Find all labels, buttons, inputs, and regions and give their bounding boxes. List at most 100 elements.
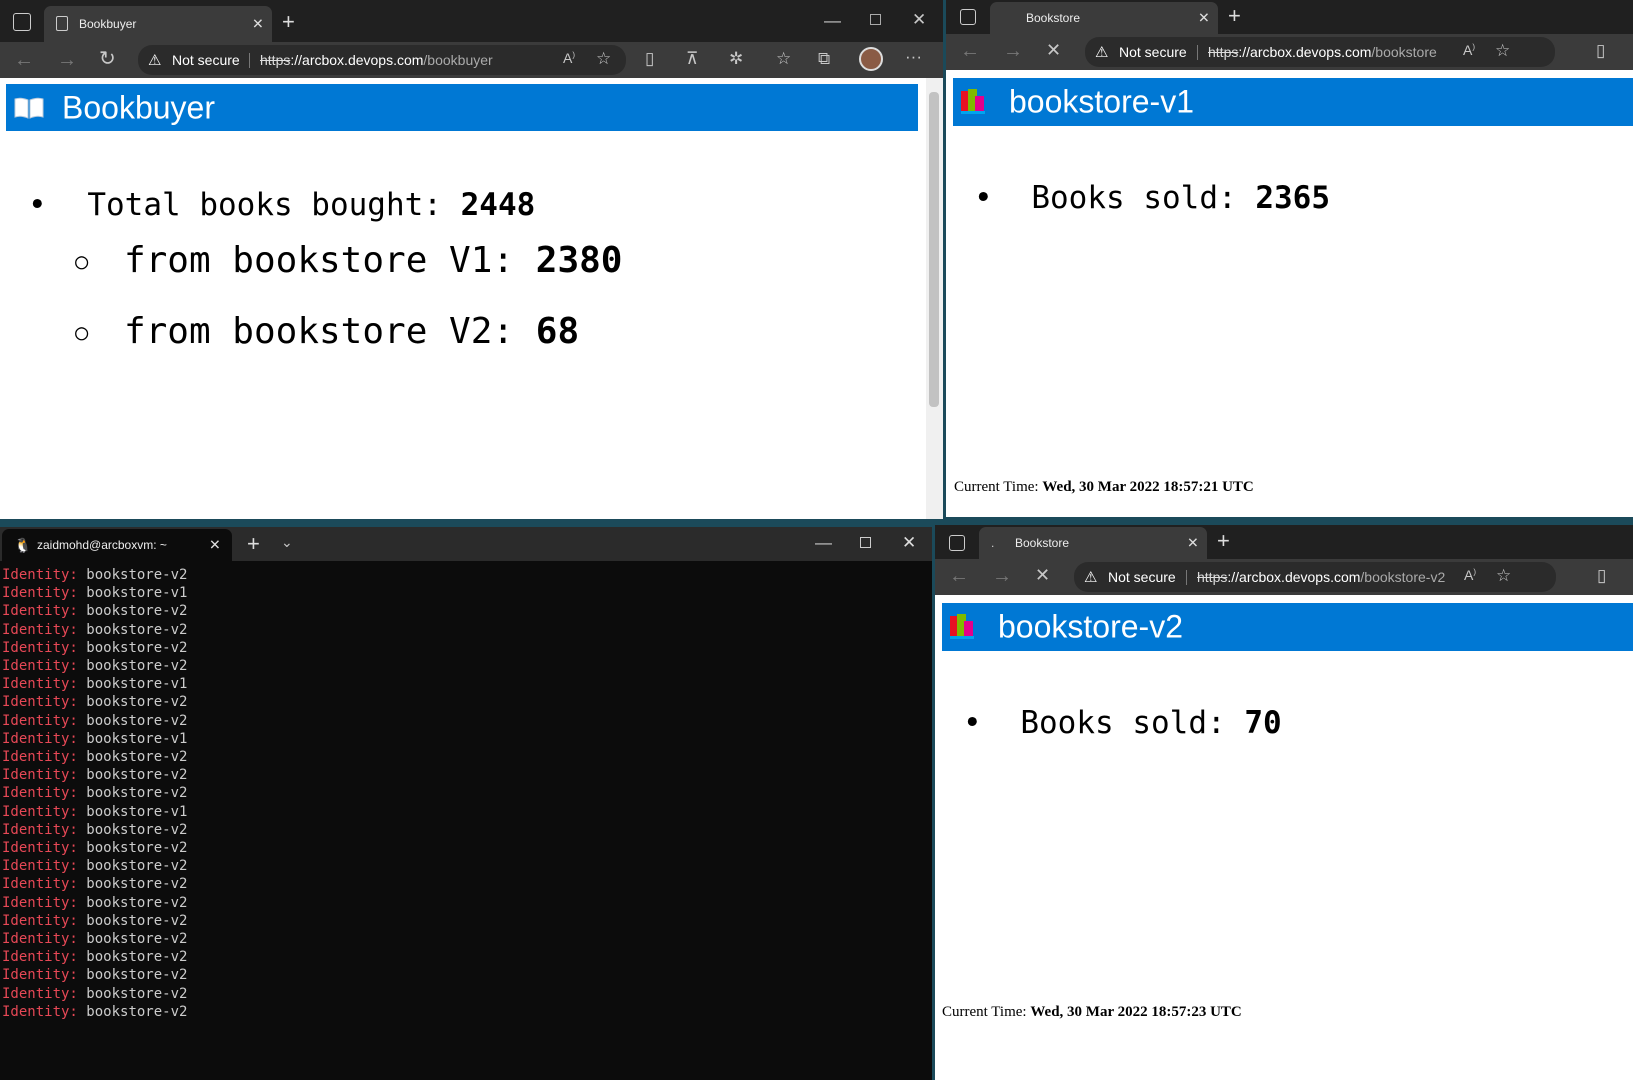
extensions-icon[interactable]: ✲ (729, 50, 743, 67)
address-bar[interactable]: ⚠ Not secure https://arcbox.devops.com/b… (1085, 37, 1555, 67)
linux-icon: 🐧 (14, 537, 32, 553)
read-aloud-icon[interactable]: A) (1463, 43, 1475, 57)
identity-key: Identity: (2, 676, 78, 693)
identity-key: Identity: (2, 749, 78, 766)
address-bar[interactable]: ⚠ Not secure https://arcbox.devops.com/b… (1074, 562, 1556, 592)
identity-key: Identity: (2, 912, 78, 929)
back-icon[interactable]: ← (960, 41, 980, 61)
url-text[interactable]: https://arcbox.devops.com/bookbuyer (260, 52, 493, 68)
identity-key: Identity: (2, 876, 78, 893)
collections-icon[interactable]: ⧉ (818, 50, 830, 67)
more-icon[interactable]: ··· (905, 48, 922, 65)
terminal-tab[interactable]: 🐧 zaidmohd@arcboxvm: ~ ✕ (2, 529, 232, 561)
performance-icon[interactable]: ⊼ (686, 50, 698, 67)
url-text[interactable]: https://arcbox.devops.com/bookstore-v2 (1197, 569, 1445, 585)
chevron-down-icon[interactable]: ⌄ (281, 535, 293, 549)
identity-key: Identity: (2, 621, 78, 638)
maximize-icon[interactable] (870, 14, 881, 25)
back-icon[interactable]: ← (14, 50, 34, 70)
terminal-line: Identity: bookstore-v2 (2, 857, 187, 875)
identity-value: bookstore-v2 (86, 967, 188, 984)
v2-label: from bookstore V2: (123, 311, 515, 352)
forward-icon[interactable]: → (1003, 41, 1023, 61)
terminal-output[interactable]: Identity: bookstore-v2 Identity: bookstor… (2, 566, 187, 1021)
identity-value: bookstore-v1 (86, 803, 188, 820)
tab-bookstore[interactable]: . Bookstore ✕ (979, 527, 1207, 559)
bookstore-v1-window: Bookstore ✕ + ← → ✕ ⚠ Not secure https:/… (946, 0, 1633, 517)
identity-key: Identity: (2, 931, 78, 948)
office-icon[interactable]: ▯ (1597, 567, 1606, 584)
tab-actions-icon[interactable] (13, 13, 31, 31)
books-sold-item: • Books sold: 2365 (974, 180, 1330, 216)
not-secure-label[interactable]: Not secure (172, 52, 240, 68)
current-time: Current Time: Wed, 30 Mar 2022 18:57:23 … (942, 1004, 1242, 1021)
address-bar[interactable]: ⚠ Not secure https://arcbox.devops.com/b… (138, 45, 626, 75)
favorites-icon[interactable]: ☆ (776, 50, 791, 67)
minimize-icon[interactable]: — (815, 534, 832, 551)
identity-key: Identity: (2, 858, 78, 875)
forward-icon[interactable]: → (57, 50, 77, 70)
terminal-line: Identity: bookstore-v2 (2, 566, 187, 584)
terminal-line: Identity: bookstore-v2 (2, 602, 187, 620)
sold-label: Books sold: (1031, 180, 1237, 216)
identity-key: Identity: (2, 712, 78, 729)
identity-value: bookstore-v1 (86, 730, 188, 747)
identity-value: bookstore-v2 (86, 749, 188, 766)
not-secure-label[interactable]: Not secure (1108, 569, 1176, 585)
close-tab-icon[interactable]: ✕ (209, 537, 221, 554)
add-favorite-icon[interactable]: ☆ (1495, 42, 1510, 59)
scrollbar[interactable] (926, 78, 943, 519)
time-label: Current Time: (942, 1004, 1027, 1020)
identity-value: bookstore-v2 (86, 567, 188, 583)
stop-icon[interactable]: ✕ (1035, 566, 1050, 584)
bullet-disc: • (28, 187, 47, 223)
tab-actions-icon[interactable] (960, 9, 976, 25)
open-book-icon (13, 96, 45, 120)
close-tab-icon[interactable]: ✕ (1187, 535, 1199, 552)
scrollbar-thumb[interactable] (929, 92, 939, 407)
add-favorite-icon[interactable]: ☆ (1496, 567, 1511, 584)
identity-key: Identity: (2, 803, 78, 820)
new-tab-icon[interactable]: + (282, 11, 295, 33)
refresh-icon[interactable]: ↻ (99, 49, 116, 69)
tab-bookstore[interactable]: Bookstore ✕ (990, 2, 1218, 34)
terminal-line: Identity: bookstore-v2 (2, 693, 187, 711)
identity-key: Identity: (2, 1003, 78, 1020)
office-icon[interactable]: ▯ (645, 50, 654, 67)
new-tab-icon[interactable]: + (247, 533, 260, 555)
stop-icon[interactable]: ✕ (1046, 41, 1061, 59)
back-icon[interactable]: ← (949, 566, 969, 586)
terminal-line: Identity: bookstore-v2 (2, 821, 187, 839)
time-value: Wed, 30 Mar 2022 18:57:23 UTC (1030, 1004, 1242, 1020)
identity-value: bookstore-v2 (86, 785, 188, 802)
terminal-line: Identity: bookstore-v2 (2, 784, 187, 802)
close-tab-icon[interactable]: ✕ (252, 16, 264, 33)
tab-bookbuyer[interactable]: Bookbuyer ✕ (44, 6, 272, 42)
close-window-icon[interactable]: ✕ (902, 534, 916, 551)
identity-value: bookstore-v2 (86, 858, 188, 875)
maximize-icon[interactable] (860, 537, 871, 548)
avatar[interactable] (859, 47, 883, 71)
close-tab-icon[interactable]: ✕ (1198, 10, 1210, 27)
books-icon (959, 87, 987, 120)
not-secure-label[interactable]: Not secure (1119, 44, 1187, 60)
office-icon[interactable]: ▯ (1596, 42, 1605, 59)
current-time: Current Time: Wed, 30 Mar 2022 18:57:21 … (954, 479, 1254, 496)
identity-value: bookstore-v2 (86, 1003, 188, 1020)
identity-value: bookstore-v2 (86, 985, 188, 1002)
v2-value: 68 (535, 311, 580, 352)
read-aloud-icon[interactable]: A) (1464, 568, 1476, 582)
add-favorite-icon[interactable]: ☆ (596, 50, 611, 67)
url-text[interactable]: https://arcbox.devops.com/bookstore (1208, 44, 1437, 60)
identity-value: bookstore-v1 (86, 676, 188, 693)
identity-key: Identity: (2, 985, 78, 1002)
read-aloud-icon[interactable]: A) (563, 51, 575, 65)
page-title: bookstore-v1 (1009, 83, 1194, 120)
tab-actions-icon[interactable] (949, 535, 965, 551)
new-tab-icon[interactable]: + (1228, 5, 1241, 27)
forward-icon[interactable]: → (992, 566, 1012, 586)
minimize-icon[interactable]: — (824, 12, 841, 29)
warning-icon: ⚠ (1084, 569, 1098, 586)
new-tab-icon[interactable]: + (1217, 530, 1230, 552)
close-window-icon[interactable]: ✕ (912, 11, 926, 28)
